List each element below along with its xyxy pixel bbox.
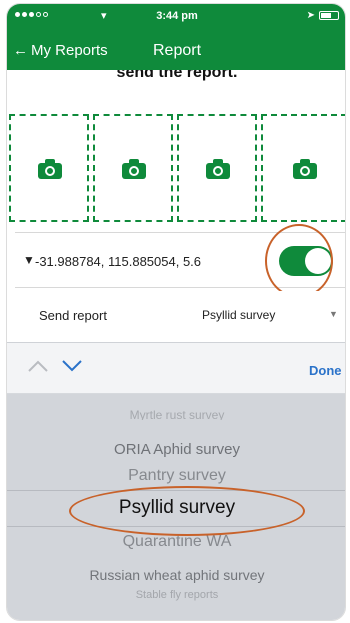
photo-grid	[7, 114, 345, 224]
phone-screen: ▾ 3:44 pm ➤ ← My Reports Report send the…	[6, 3, 346, 621]
nav-bar: ← My Reports Report	[7, 30, 345, 70]
picker-option[interactable]: Myrtle rust survey	[7, 408, 345, 420]
highlight-circle-toggle	[265, 224, 333, 298]
back-arrow-icon: ←	[13, 42, 28, 59]
section-header-text: send the report.	[116, 70, 238, 81]
done-button[interactable]: Done	[309, 363, 342, 378]
battery-icon	[319, 11, 339, 20]
send-report-row[interactable]: Send report Psyllid survey ▼	[15, 291, 345, 339]
camera-icon	[206, 159, 230, 179]
status-bar: ▾ 3:44 pm ➤	[7, 4, 345, 30]
section-header: send the report.	[7, 70, 345, 98]
location-coordinates: -31.988784, 115.885054, 5.6	[35, 254, 202, 269]
photo-slot[interactable]	[93, 114, 173, 222]
send-report-label: Send report	[39, 308, 107, 323]
chevron-up-icon[interactable]	[27, 359, 49, 373]
picker-option[interactable]: Pantry survey	[7, 467, 345, 485]
picker-toolbar: Done	[7, 342, 345, 394]
picker-option[interactable]: Stable fly reports	[7, 589, 345, 601]
camera-icon	[122, 159, 146, 179]
dropdown-caret-icon: ▼	[329, 309, 338, 319]
photo-slot[interactable]	[261, 114, 345, 222]
send-report-value: Psyllid survey	[202, 308, 276, 322]
photo-slot[interactable]	[177, 114, 257, 222]
highlight-circle-selection	[69, 486, 305, 536]
chevron-down-icon[interactable]	[61, 359, 83, 373]
camera-icon	[38, 159, 62, 179]
location-arrow-icon: ➤	[306, 10, 315, 21]
nav-title: Report	[153, 42, 202, 59]
picker-option[interactable]: ORIA Aphid survey	[7, 441, 345, 458]
map-pin-icon: ▼	[23, 253, 35, 267]
camera-icon	[293, 159, 317, 179]
status-time: 3:44 pm	[156, 10, 198, 22]
photo-slot[interactable]	[9, 114, 89, 222]
picker-option[interactable]: Russian wheat aphid survey	[7, 567, 345, 583]
back-label: My Reports	[31, 42, 108, 59]
back-button[interactable]: ← My Reports	[13, 42, 108, 59]
